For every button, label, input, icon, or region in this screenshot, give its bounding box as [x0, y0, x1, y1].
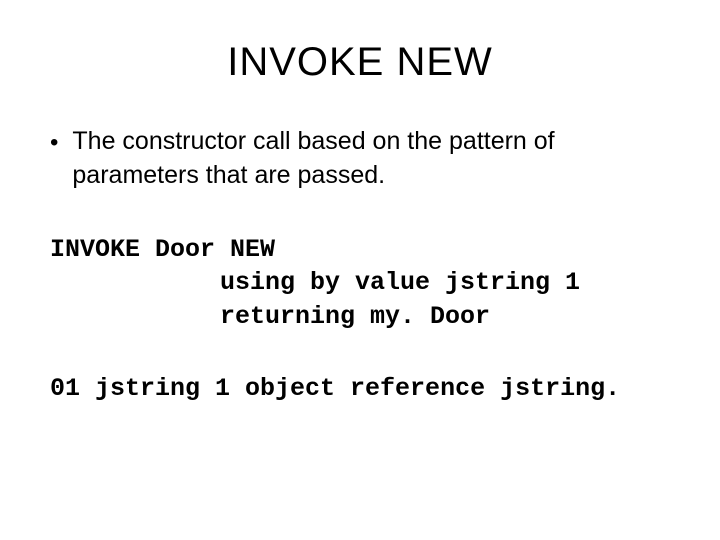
- declaration-line: 01 jstring 1 object reference jstring.: [40, 374, 680, 403]
- bullet-item: • The constructor call based on the patt…: [40, 125, 680, 193]
- code-line-1: INVOKE Door NEW: [50, 233, 680, 267]
- code-line-3: returning my. Door: [50, 300, 680, 334]
- code-example: INVOKE Door NEW using by value jstring 1…: [40, 233, 680, 334]
- code-line-2: using by value jstring 1: [50, 266, 680, 300]
- slide-title: INVOKE NEW: [40, 40, 680, 85]
- bullet-marker: •: [50, 127, 58, 158]
- bullet-text: The constructor call based on the patter…: [72, 125, 680, 193]
